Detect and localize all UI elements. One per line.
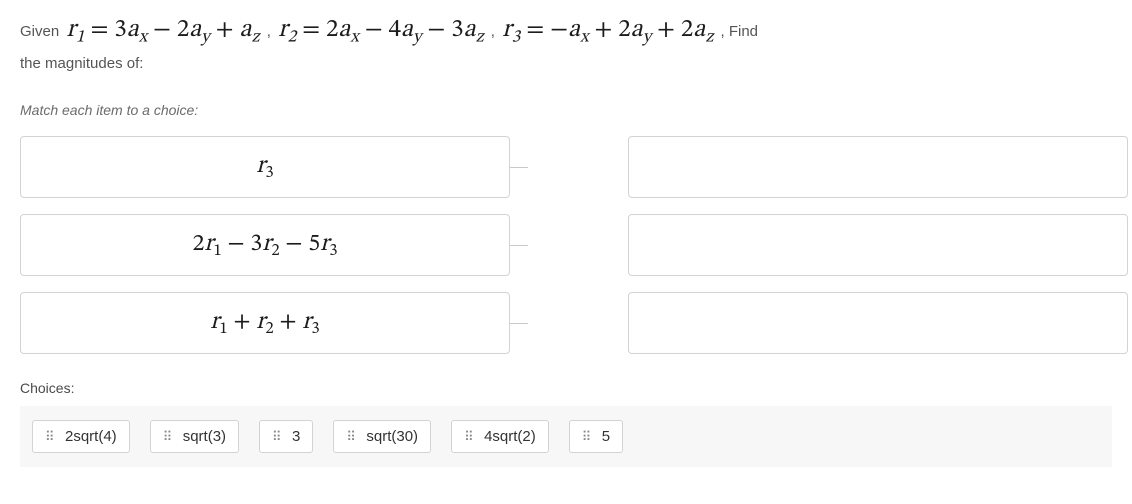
choice-label: 5	[602, 428, 610, 445]
item-math-r3: r3	[256, 151, 273, 183]
drop-target[interactable]	[628, 214, 1128, 276]
vector-r1: r1 = 3ax − 2ay + az	[63, 17, 262, 42]
targets-column	[628, 136, 1128, 354]
choice-chip[interactable]: 4sqrt(2)	[451, 420, 549, 453]
drag-handle-icon	[464, 431, 474, 443]
connector-line	[510, 323, 528, 324]
match-item: r1 + r2 + r3	[20, 292, 510, 354]
choice-label: 3	[292, 428, 300, 445]
question-subtitle: the magnitudes of:	[20, 55, 143, 72]
choice-chip[interactable]: 5	[569, 420, 623, 453]
vector-r3: r3 = −ax + 2ay + 2az	[499, 17, 716, 42]
drop-target[interactable]	[628, 292, 1128, 354]
instruction-text: Match each item to a choice:	[20, 102, 1112, 118]
choice-label: sqrt(30)	[366, 428, 418, 445]
choice-chip[interactable]: 3	[259, 420, 313, 453]
choice-chip[interactable]: 2sqrt(4)	[32, 420, 130, 453]
drag-handle-icon	[272, 431, 282, 443]
drag-handle-icon	[163, 431, 173, 443]
find-label: , Find	[721, 23, 759, 40]
choices-bar: 2sqrt(4) sqrt(3) 3 sqrt(30) 4sqrt(2) 5	[20, 406, 1112, 467]
drag-handle-icon	[45, 431, 55, 443]
vector-r2: r2 = 2ax − 4ay − 3az	[275, 17, 487, 42]
connector-line	[510, 245, 528, 246]
choice-label: sqrt(3)	[183, 428, 226, 445]
drag-handle-icon	[582, 431, 592, 443]
item-math-combo1: 2r1 − 3r2 − 5r3	[192, 229, 337, 261]
choice-label: 4sqrt(2)	[484, 428, 536, 445]
choices-label: Choices:	[20, 380, 1112, 396]
question-text: Given r1 = 3ax − 2ay + az , r2 = 2ax − 4…	[20, 10, 1112, 76]
choice-label: 2sqrt(4)	[65, 428, 117, 445]
drop-target[interactable]	[628, 136, 1128, 198]
choice-chip[interactable]: sqrt(3)	[150, 420, 239, 453]
match-area: r3 2r1 − 3r2 − 5r3 r1 + r2 + r3	[20, 136, 1112, 354]
match-item: 2r1 − 3r2 − 5r3	[20, 214, 510, 276]
choice-chip[interactable]: sqrt(30)	[333, 420, 431, 453]
connector-line	[510, 167, 528, 168]
match-item: r3	[20, 136, 510, 198]
items-column: r3 2r1 − 3r2 − 5r3 r1 + r2 + r3	[20, 136, 528, 354]
given-label: Given	[20, 23, 59, 40]
drag-handle-icon	[346, 431, 356, 443]
item-math-combo2: r1 + r2 + r3	[210, 307, 319, 339]
